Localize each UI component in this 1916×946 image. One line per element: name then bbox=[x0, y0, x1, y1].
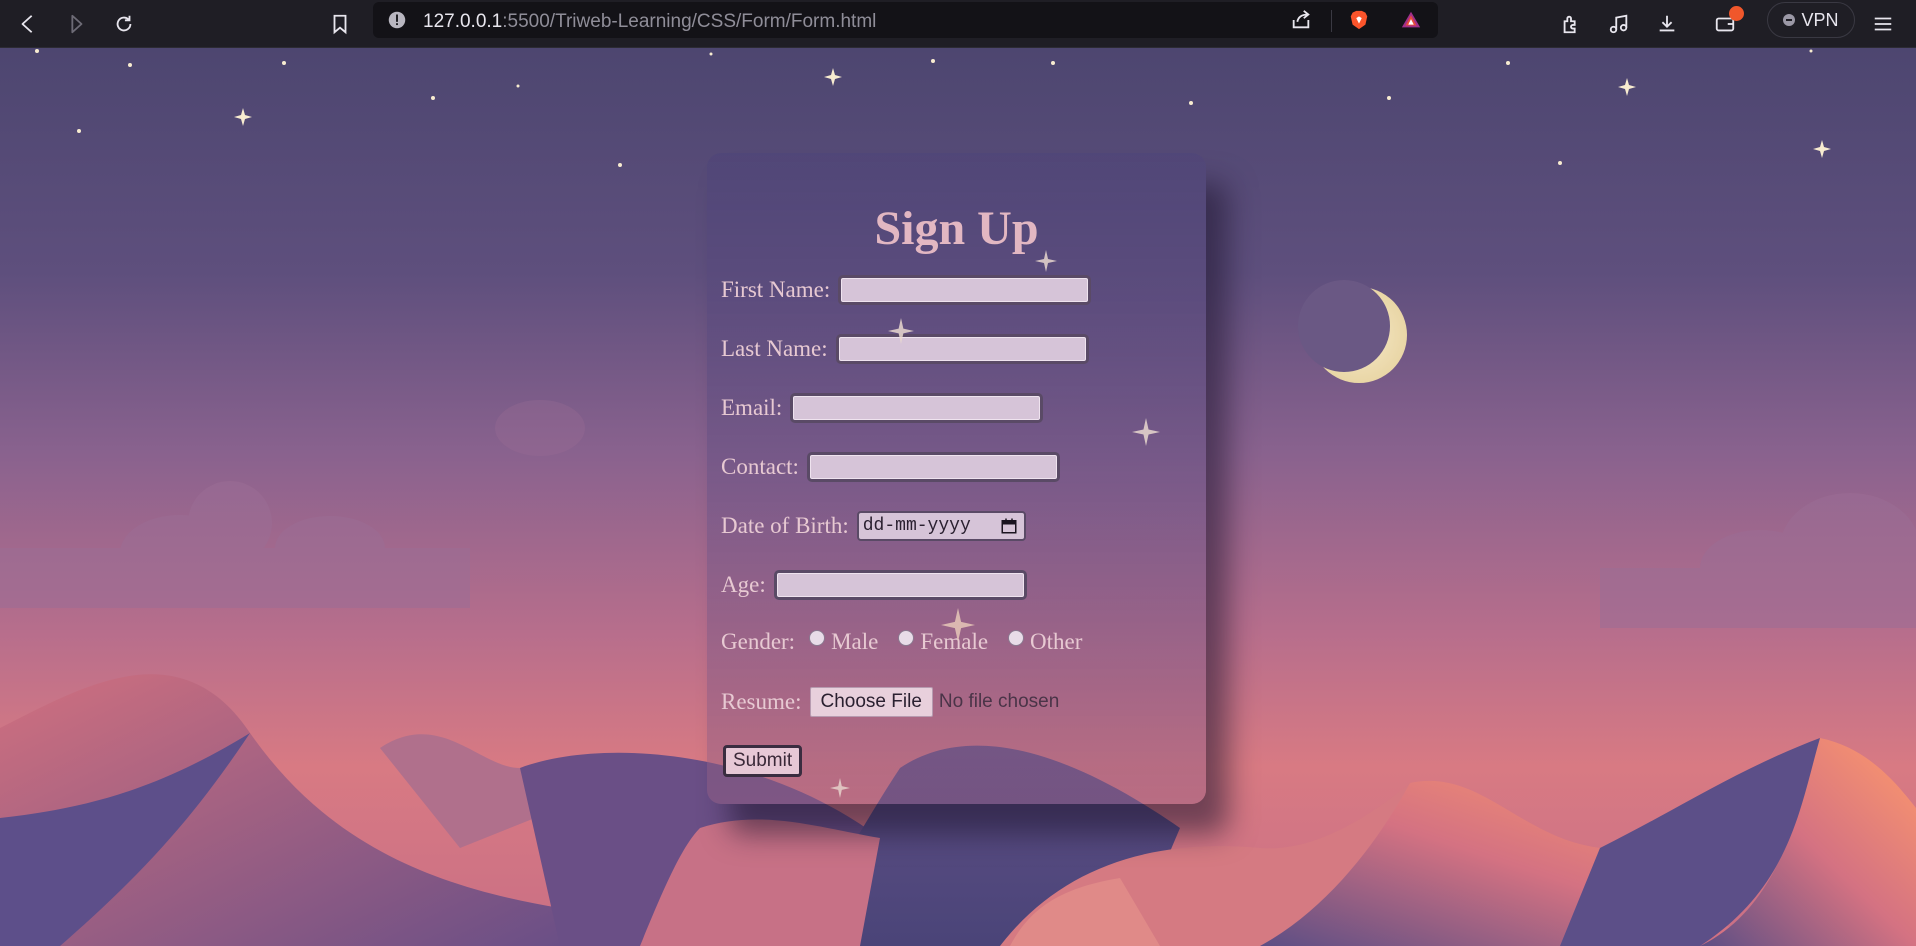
vpn-label: VPN bbox=[1801, 9, 1839, 30]
gender-label-male: Male bbox=[831, 629, 879, 654]
sparkle-icon bbox=[888, 318, 914, 344]
brave-shields-icon[interactable] bbox=[1343, 4, 1375, 36]
back-icon[interactable] bbox=[12, 8, 44, 40]
share-icon[interactable] bbox=[1285, 4, 1317, 36]
sparkle-icon bbox=[941, 608, 975, 642]
last-name-input[interactable] bbox=[835, 334, 1089, 364]
downloads-icon[interactable] bbox=[1651, 8, 1683, 40]
gender-label: Gender: bbox=[721, 629, 796, 654]
dob-input[interactable]: dd-mm-yyyy bbox=[856, 511, 1026, 541]
contact-label: Contact: bbox=[721, 454, 799, 479]
resume-label: Resume: bbox=[721, 689, 802, 714]
gender-radio-other[interactable] bbox=[1008, 630, 1025, 646]
moon bbox=[1298, 280, 1407, 383]
menu-icon[interactable] bbox=[1867, 8, 1899, 40]
age-label: Age: bbox=[721, 572, 766, 597]
first-name-label: First Name: bbox=[721, 277, 831, 302]
gender-option-other[interactable]: Other bbox=[1008, 629, 1082, 655]
first-name-input[interactable] bbox=[838, 275, 1092, 305]
submit-button[interactable]: Submit bbox=[723, 745, 803, 777]
notification-badge bbox=[1729, 6, 1744, 21]
resume-row: Resume: Choose File No file chosen bbox=[721, 687, 1059, 717]
signup-form-card: Sign Up First Name: Last Name: Email: Co… bbox=[707, 153, 1206, 804]
dob-row: Date of Birth: dd-mm-yyyy bbox=[721, 511, 1026, 541]
forward-icon[interactable] bbox=[60, 8, 92, 40]
bookmark-icon[interactable] bbox=[324, 8, 356, 40]
sparkle-icon bbox=[830, 778, 850, 798]
age-row: Age: bbox=[721, 570, 1027, 600]
dob-label: Date of Birth: bbox=[721, 513, 849, 538]
browser-toolbar: 127.0.0.1:5500/Triweb-Learning/CSS/Form/… bbox=[0, 0, 1916, 48]
media-icon[interactable] bbox=[1603, 8, 1635, 40]
contact-input[interactable] bbox=[806, 452, 1060, 482]
first-name-row: First Name: bbox=[721, 275, 1092, 305]
email-input[interactable] bbox=[790, 393, 1044, 423]
vpn-status-icon bbox=[1783, 14, 1796, 26]
reload-icon[interactable] bbox=[108, 8, 140, 40]
last-name-label: Last Name: bbox=[721, 336, 828, 361]
stars bbox=[35, 49, 1831, 167]
page-viewport: Sign Up First Name: Last Name: Email: Co… bbox=[0, 48, 1916, 946]
site-info-icon[interactable] bbox=[381, 4, 413, 36]
calendar-icon[interactable] bbox=[1000, 517, 1018, 535]
sparkle-icon bbox=[1035, 250, 1057, 272]
address-bar[interactable]: 127.0.0.1:5500/Triweb-Learning/CSS/Form/… bbox=[373, 2, 1438, 38]
file-status-text: No file chosen bbox=[938, 691, 1060, 712]
choose-file-button[interactable]: Choose File bbox=[809, 687, 933, 717]
submit-row: Submit bbox=[723, 745, 803, 777]
email-label: Email: bbox=[721, 395, 783, 420]
gender-row: Gender: Male Female Other bbox=[721, 629, 1094, 655]
extensions-icon[interactable] bbox=[1555, 8, 1587, 40]
gender-radio-male[interactable] bbox=[809, 630, 826, 646]
brave-rewards-icon[interactable] bbox=[1395, 4, 1427, 36]
gender-option-male[interactable]: Male bbox=[809, 629, 878, 655]
email-row: Email: bbox=[721, 393, 1044, 423]
form-title: Sign Up bbox=[874, 202, 1039, 255]
url-text[interactable]: 127.0.0.1:5500/Triweb-Learning/CSS/Form/… bbox=[423, 11, 876, 33]
gender-radio-female[interactable] bbox=[898, 630, 915, 646]
contact-row: Contact: bbox=[721, 452, 1060, 482]
gender-label-other: Other bbox=[1030, 629, 1083, 654]
vpn-button[interactable]: VPN bbox=[1767, 2, 1855, 38]
age-input[interactable] bbox=[773, 570, 1027, 600]
dob-placeholder: dd-mm-yyyy bbox=[862, 516, 971, 536]
sparkle-icon bbox=[1132, 418, 1160, 446]
